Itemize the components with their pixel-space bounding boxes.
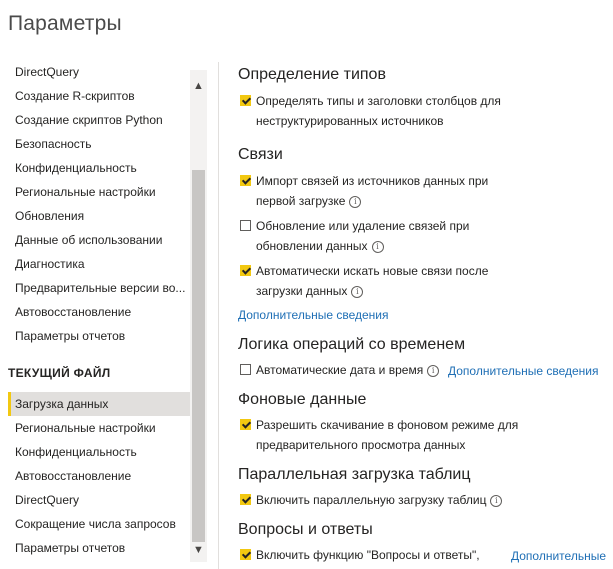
sidebar-item-auto-recovery[interactable]: Автовосстановление — [8, 300, 190, 324]
option-label-line1: Автоматически искать новые связи после — [256, 264, 489, 278]
scrollbar-thumb[interactable] — [192, 170, 205, 542]
chevron-up-icon[interactable]: ▲ — [190, 78, 207, 94]
sidebar-item-file-auto-recovery[interactable]: Автовосстановление — [8, 464, 190, 488]
info-icon[interactable]: i — [351, 285, 364, 298]
option-label-line1: Определять типы и заголовки столбцов для — [256, 94, 501, 108]
sidebar-item-usage-data[interactable]: Данные об использовании — [8, 228, 190, 252]
option-qna[interactable]: Включить функцию "Вопросы и ответы", — [238, 545, 488, 565]
option-label-line2: неструктурированных источников — [256, 114, 444, 128]
heading-relationships: Связи — [238, 146, 283, 163]
option-label: Автоматические дата и время — [256, 363, 424, 377]
heading-background-data: Фоновые данные — [238, 391, 367, 408]
info-icon[interactable]: i — [349, 195, 362, 208]
page-title: Параметры — [8, 12, 122, 35]
checkbox-auto-date-time[interactable] — [240, 364, 251, 375]
option-label-line2: первой загрузке — [256, 194, 346, 208]
chevron-down-icon[interactable]: ▼ — [190, 542, 207, 558]
sidebar-item-report-settings[interactable]: Параметры отчетов — [8, 324, 190, 348]
option-type-detection[interactable]: Определять типы и заголовки столбцов для… — [238, 91, 608, 131]
option-label-line2: обновлении данных — [256, 239, 368, 253]
checkbox-background-data[interactable] — [240, 419, 251, 430]
option-autodetect-relationships[interactable]: Автоматически искать новые связи после з… — [238, 261, 608, 301]
sidebar-item-file-report-settings[interactable]: Параметры отчетов — [8, 536, 190, 560]
checkbox-type-detection[interactable] — [240, 95, 251, 106]
option-label: Включить параллельную загрузку таблиц — [256, 493, 487, 507]
option-auto-date-time[interactable]: Автоматические дата и время i — [238, 360, 448, 380]
checkbox-update-relationships[interactable] — [240, 220, 251, 231]
checkbox-qna[interactable] — [240, 549, 251, 560]
heading-time-intelligence: Логика операций со временем — [238, 336, 466, 353]
sidebar-item-r-scripting[interactable]: Создание R-скриптов — [8, 84, 190, 108]
option-label-line2: предварительного просмотра данных — [256, 438, 466, 452]
learn-more-link-qna[interactable]: Дополнительные — [511, 549, 606, 563]
sidebar-scrollbar[interactable]: ▲ ▼ — [190, 70, 207, 562]
sidebar-item-preview-features[interactable]: Предварительные версии во... — [8, 276, 190, 300]
info-icon[interactable]: i — [427, 364, 440, 377]
learn-more-link-relationships[interactable]: Дополнительные сведения — [238, 308, 388, 322]
sidebar: DirectQuery Создание R-скриптов Создание… — [0, 60, 210, 569]
sidebar-item-updates[interactable]: Обновления — [8, 204, 190, 228]
sidebar-item-directquery[interactable]: DirectQuery — [8, 60, 190, 84]
option-label-line1: Обновление или удаление связей при — [256, 219, 470, 233]
option-import-relationships[interactable]: Импорт связей из источников данных при п… — [238, 171, 608, 211]
option-label-line1: Импорт связей из источников данных при — [256, 174, 489, 188]
checkbox-parallel-loading[interactable] — [240, 494, 251, 505]
panel-divider — [218, 62, 219, 569]
sidebar-item-file-directquery[interactable]: DirectQuery — [8, 488, 190, 512]
checkbox-autodetect-relationships[interactable] — [240, 265, 251, 276]
sidebar-item-data-load[interactable]: Загрузка данных — [8, 392, 190, 416]
option-parallel-loading[interactable]: Включить параллельную загрузку таблиц i — [238, 490, 608, 510]
sidebar-item-query-reduction[interactable]: Сокращение числа запросов — [8, 512, 190, 536]
option-label-line2: загрузки данных — [256, 284, 348, 298]
heading-qna: Вопросы и ответы — [238, 521, 373, 538]
sidebar-item-regional-settings[interactable]: Региональные настройки — [8, 180, 190, 204]
sidebar-item-security[interactable]: Безопасность — [8, 132, 190, 156]
learn-more-link-time-intelligence[interactable]: Дополнительные сведения — [448, 364, 598, 378]
option-label: Включить функцию "Вопросы и ответы", — [256, 548, 480, 562]
heading-parallel-loading: Параллельная загрузка таблиц — [238, 466, 471, 483]
sidebar-item-file-regional-settings[interactable]: Региональные настройки — [8, 416, 190, 440]
sidebar-item-file-privacy[interactable]: Конфиденциальность — [8, 440, 190, 464]
settings-panel: Определение типов Определять типы и заго… — [238, 0, 613, 569]
info-icon[interactable]: i — [371, 240, 384, 253]
sidebar-item-privacy[interactable]: Конфиденциальность — [8, 156, 190, 180]
heading-type-detection: Определение типов — [238, 66, 386, 83]
section-heading-current-file: ТЕКУЩИЙ ФАЙЛ — [8, 366, 111, 380]
option-label-line1: Разрешить скачивание в фоновом режиме дл… — [256, 418, 519, 432]
option-background-data[interactable]: Разрешить скачивание в фоновом режиме дл… — [238, 415, 608, 455]
option-update-relationships[interactable]: Обновление или удаление связей при обнов… — [238, 216, 608, 256]
sidebar-item-python-scripting[interactable]: Создание скриптов Python — [8, 108, 190, 132]
info-icon[interactable]: i — [490, 494, 503, 507]
sidebar-item-diagnostics[interactable]: Диагностика — [8, 252, 190, 276]
checkbox-import-relationships[interactable] — [240, 175, 251, 186]
